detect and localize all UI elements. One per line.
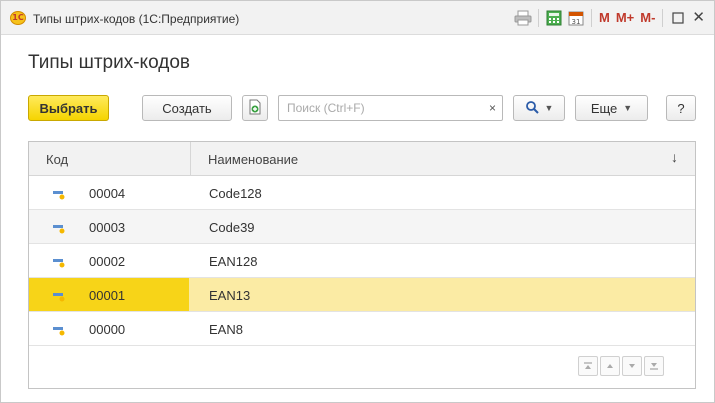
catalog-table[interactable]: Код Наименование ↓ 00004 Code128 00003 C… [28, 141, 696, 389]
select-button[interactable]: Выбрать [28, 95, 109, 121]
catalog-item-icon [51, 187, 67, 201]
catalog-item-icon [51, 289, 67, 303]
memory-m-button[interactable]: M [596, 8, 613, 28]
cell-name: EAN8 [209, 322, 243, 337]
catalog-item-icon [51, 323, 67, 337]
calendar-icon[interactable]: 31 [565, 8, 587, 28]
search-field[interactable]: Поиск (Ctrl+F) × [278, 95, 503, 121]
last-page-icon [649, 359, 659, 374]
page-title: Типы штрих-кодов [28, 52, 190, 73]
title-bar-controls: 31 M M+ M- ✕ [512, 8, 708, 28]
app-logo-icon: 1С [10, 11, 26, 25]
copy-icon [248, 99, 262, 118]
help-button[interactable]: ? [666, 95, 696, 121]
command-bar: Выбрать Создать Поиск (Ctrl+F) × ▼ Еще ▼… [28, 95, 696, 121]
cell-name: EAN128 [209, 254, 258, 269]
search-options-button[interactable]: ▼ [513, 95, 565, 121]
separator [590, 9, 592, 27]
cell-name: Code128 [209, 186, 262, 201]
maximize-icon[interactable] [667, 8, 689, 28]
more-button-label: Еще [590, 100, 618, 116]
column-divider[interactable] [190, 142, 191, 176]
cell-code: 00004 [89, 186, 126, 201]
separator [662, 9, 664, 27]
table-row[interactable]: 00002 EAN128 [29, 244, 695, 278]
svg-text:31: 31 [572, 18, 581, 26]
table-row-selected[interactable]: 00001 EAN13 [29, 278, 695, 312]
cell-code: 00001 [89, 288, 126, 303]
catalog-item-icon [51, 221, 67, 235]
column-header-name[interactable]: Наименование [208, 152, 298, 167]
title-bar: 1С Типы штрих-кодов (1С:Предприятие) 31 … [1, 1, 714, 35]
select-button-label: Выбрать [39, 100, 98, 116]
create-button[interactable]: Создать [142, 95, 232, 121]
search-input[interactable]: Поиск (Ctrl+F) [287, 101, 447, 115]
table-row[interactable]: 00004 Code128 [29, 176, 695, 210]
sort-arrow-icon[interactable]: ↓ [671, 149, 678, 165]
more-button[interactable]: Еще ▼ [575, 95, 648, 121]
chevron-down-icon: ▼ [623, 103, 633, 113]
memory-minus-button[interactable]: M- [637, 8, 658, 28]
catalog-item-icon [51, 255, 67, 269]
table-row[interactable]: 00003 Code39 [29, 210, 695, 244]
memory-plus-button[interactable]: M+ [613, 8, 637, 28]
create-button-label: Создать [162, 100, 212, 116]
scroll-to-top-button[interactable] [578, 356, 598, 376]
column-header-code[interactable]: Код [46, 152, 68, 167]
copy-button[interactable] [242, 95, 268, 121]
cell-name: EAN13 [209, 288, 251, 303]
separator [537, 9, 539, 27]
app-window: 1С Типы штрих-кодов (1С:Предприятие) 31 … [0, 0, 715, 403]
cell-code: 00000 [89, 322, 126, 337]
table-header: Код Наименование ↓ [29, 142, 695, 176]
window-title: Типы штрих-кодов (1С:Предприятие) [33, 12, 240, 26]
cell-name: Code39 [209, 220, 255, 235]
first-page-icon [583, 359, 593, 374]
scroll-up-button[interactable] [600, 356, 620, 376]
cell-code: 00002 [89, 254, 126, 269]
close-button[interactable]: ✕ [689, 8, 708, 28]
scroll-to-bottom-button[interactable] [644, 356, 664, 376]
print-icon[interactable] [512, 8, 534, 28]
calculator-icon[interactable] [543, 8, 565, 28]
scroll-down-button[interactable] [622, 356, 642, 376]
cell-code: 00003 [89, 220, 126, 235]
search-icon [525, 100, 539, 117]
arrow-up-icon [605, 359, 615, 374]
search-clear-icon[interactable]: × [489, 101, 496, 115]
chevron-down-icon: ▼ [544, 103, 554, 113]
arrow-down-icon [627, 359, 637, 374]
table-row[interactable]: 00000 EAN8 [29, 312, 695, 346]
help-button-label: ? [677, 100, 685, 116]
